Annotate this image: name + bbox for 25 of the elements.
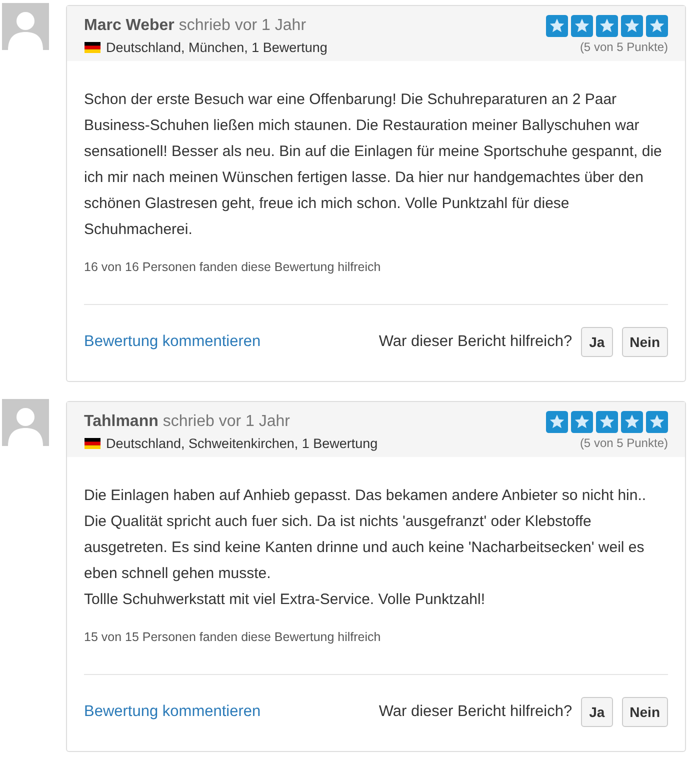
flag-icon: [84, 42, 101, 53]
avatar-icon: [2, 399, 49, 446]
helpful-count: 16 von 16 Personen fanden diese Bewertung hilfreich: [84, 260, 382, 274]
comment-link[interactable]: Bewertung kommentieren: [84, 703, 261, 721]
yes-button[interactable]: Ja: [581, 327, 613, 357]
review-text: Schon der erste Besuch war eine Offenbarung! Die Schuhreparaturen an 2 Paar Business-Schuhen ließen mich staunen. Die Restauration meiner Ballyschuhen war sensationell! Besser als neu. Bin auf die Einlagen für meine Sportschuhe gespannt, die ich mir nach meinen Wünschen fertigen lasse. Da hier nur handgemachtes über den schönen Glastresen geht, freue ich mich schon. Volle Punktzahl für diese Schuhmacherei.: [84, 90, 663, 240]
review-date: schrieb vor 1 Jahr: [178, 17, 306, 34]
no-button[interactable]: Nein: [622, 327, 668, 357]
helpful-question: War dieser Bericht hilfreich?: [378, 703, 572, 721]
reviewer-location: Deutschland, Schweitenkirchen, 1 Bewertung: [106, 436, 378, 451]
helpful-question: War dieser Bericht hilfreich?: [378, 333, 572, 351]
author-name: Marc Weber: [84, 17, 174, 34]
rating-score: (5 von 5 Punkte): [580, 436, 668, 450]
flag-icon: [84, 438, 101, 449]
author-name: Tahlmann: [84, 413, 158, 430]
comment-link[interactable]: Bewertung kommentieren: [84, 333, 261, 351]
helpful-count: 15 von 15 Personen fanden diese Bewertung hilfreich: [84, 630, 382, 644]
review-text: Tollle Schuhwerkstatt mit viel Extra-Service. Volle Punktzahl!: [84, 590, 486, 610]
rating-score: (5 von 5 Punkte): [580, 40, 668, 54]
review-date: schrieb vor 1 Jahr: [162, 413, 290, 430]
avatar-icon: [2, 3, 49, 50]
no-button[interactable]: Nein: [622, 697, 668, 727]
reviewer-location: Deutschland, München, 1 Bewertung: [106, 40, 328, 55]
yes-button[interactable]: Ja: [581, 697, 613, 727]
review-text: Die Einlagen haben auf Anhieb gepasst. Das bekamen andere Anbieter so nicht hin.. Die Qualität spricht auch fuer sich. Da ist nichts 'ausgefranzt' oder Klebstoffe ausgetreten. Es sind keine Kanten drinne und auch keine 'Nacharbeitsecken' weil es eben schnell gehen musste.: [84, 486, 648, 584]
